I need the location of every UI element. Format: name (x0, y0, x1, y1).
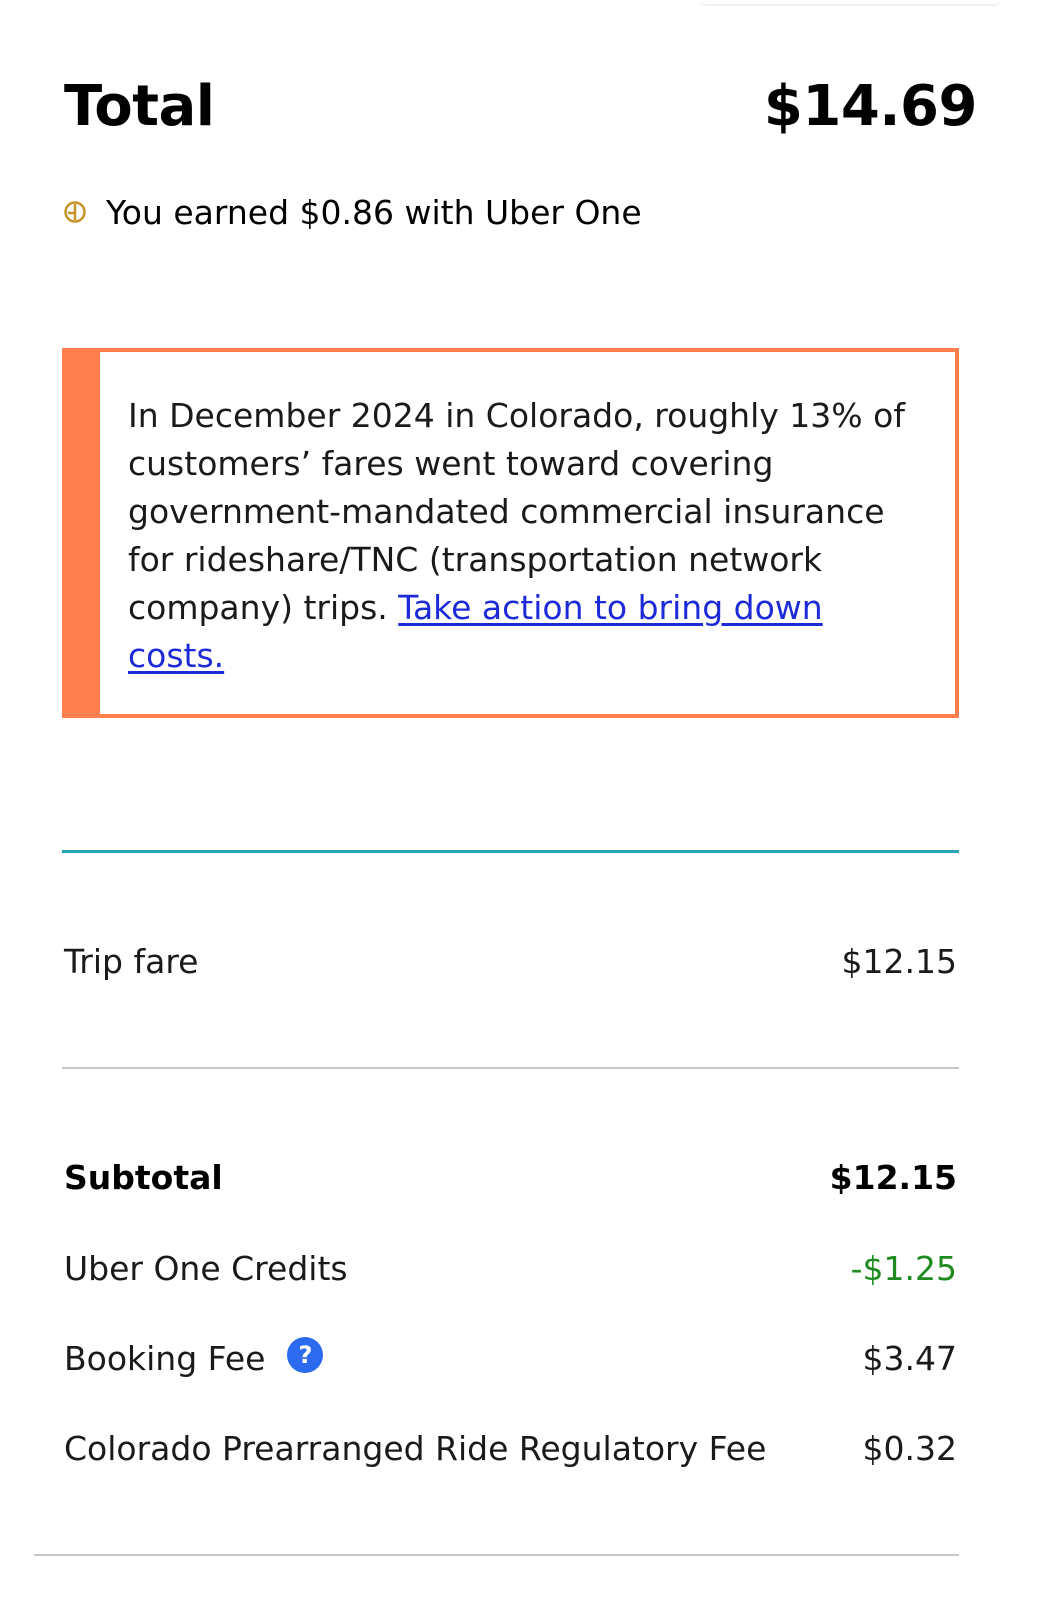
regulatory-fee-row: Colorado Prearranged Ride Regulatory Fee… (64, 1423, 957, 1473)
booking-fee-value: $3.47 (862, 1338, 957, 1378)
section-divider (62, 850, 959, 853)
total-amount: $14.69 (763, 73, 978, 139)
uber-one-credits-row: Uber One Credits -$1.25 (64, 1243, 957, 1293)
help-icon[interactable]: ? (287, 1337, 324, 1373)
subtotal-value: $12.15 (829, 1157, 957, 1197)
uber-one-credits-value: -$1.25 (850, 1248, 957, 1288)
subtotal-row: Subtotal $12.15 (64, 1152, 957, 1202)
notice-text: In December 2024 in Colorado, roughly 13… (128, 392, 927, 680)
insurance-cost-notice: In December 2024 in Colorado, roughly 13… (62, 348, 959, 718)
fare-divider (62, 1067, 959, 1069)
trip-fare-label: Trip fare (64, 941, 199, 981)
booking-fee-label: Booking Fee (64, 1338, 266, 1378)
subtotal-label: Subtotal (64, 1157, 223, 1197)
regulatory-fee-label: Colorado Prearranged Ride Regulatory Fee (64, 1428, 767, 1468)
trip-fare-value: $12.15 (841, 941, 957, 981)
top-edge-hint (700, 0, 1000, 6)
total-row: Total $14.69 (64, 70, 978, 142)
booking-fee-row: Booking Fee ? $3.47 (64, 1333, 957, 1383)
uber-one-earned-row: You earned $0.86 with Uber One (64, 190, 642, 234)
trip-receipt: Total $14.69 You earned $0.86 with Uber … (0, 0, 1041, 1600)
uber-one-earned-text: You earned $0.86 with Uber One (106, 192, 642, 232)
uber-one-credits-label: Uber One Credits (64, 1248, 348, 1288)
bottom-divider (34, 1554, 959, 1556)
booking-fee-label-group: Booking Fee ? (64, 1337, 324, 1378)
total-label: Total (64, 73, 215, 139)
regulatory-fee-value: $0.32 (862, 1428, 957, 1468)
trip-fare-row: Trip fare $12.15 (64, 936, 957, 986)
uber-one-coin-icon (64, 201, 86, 223)
